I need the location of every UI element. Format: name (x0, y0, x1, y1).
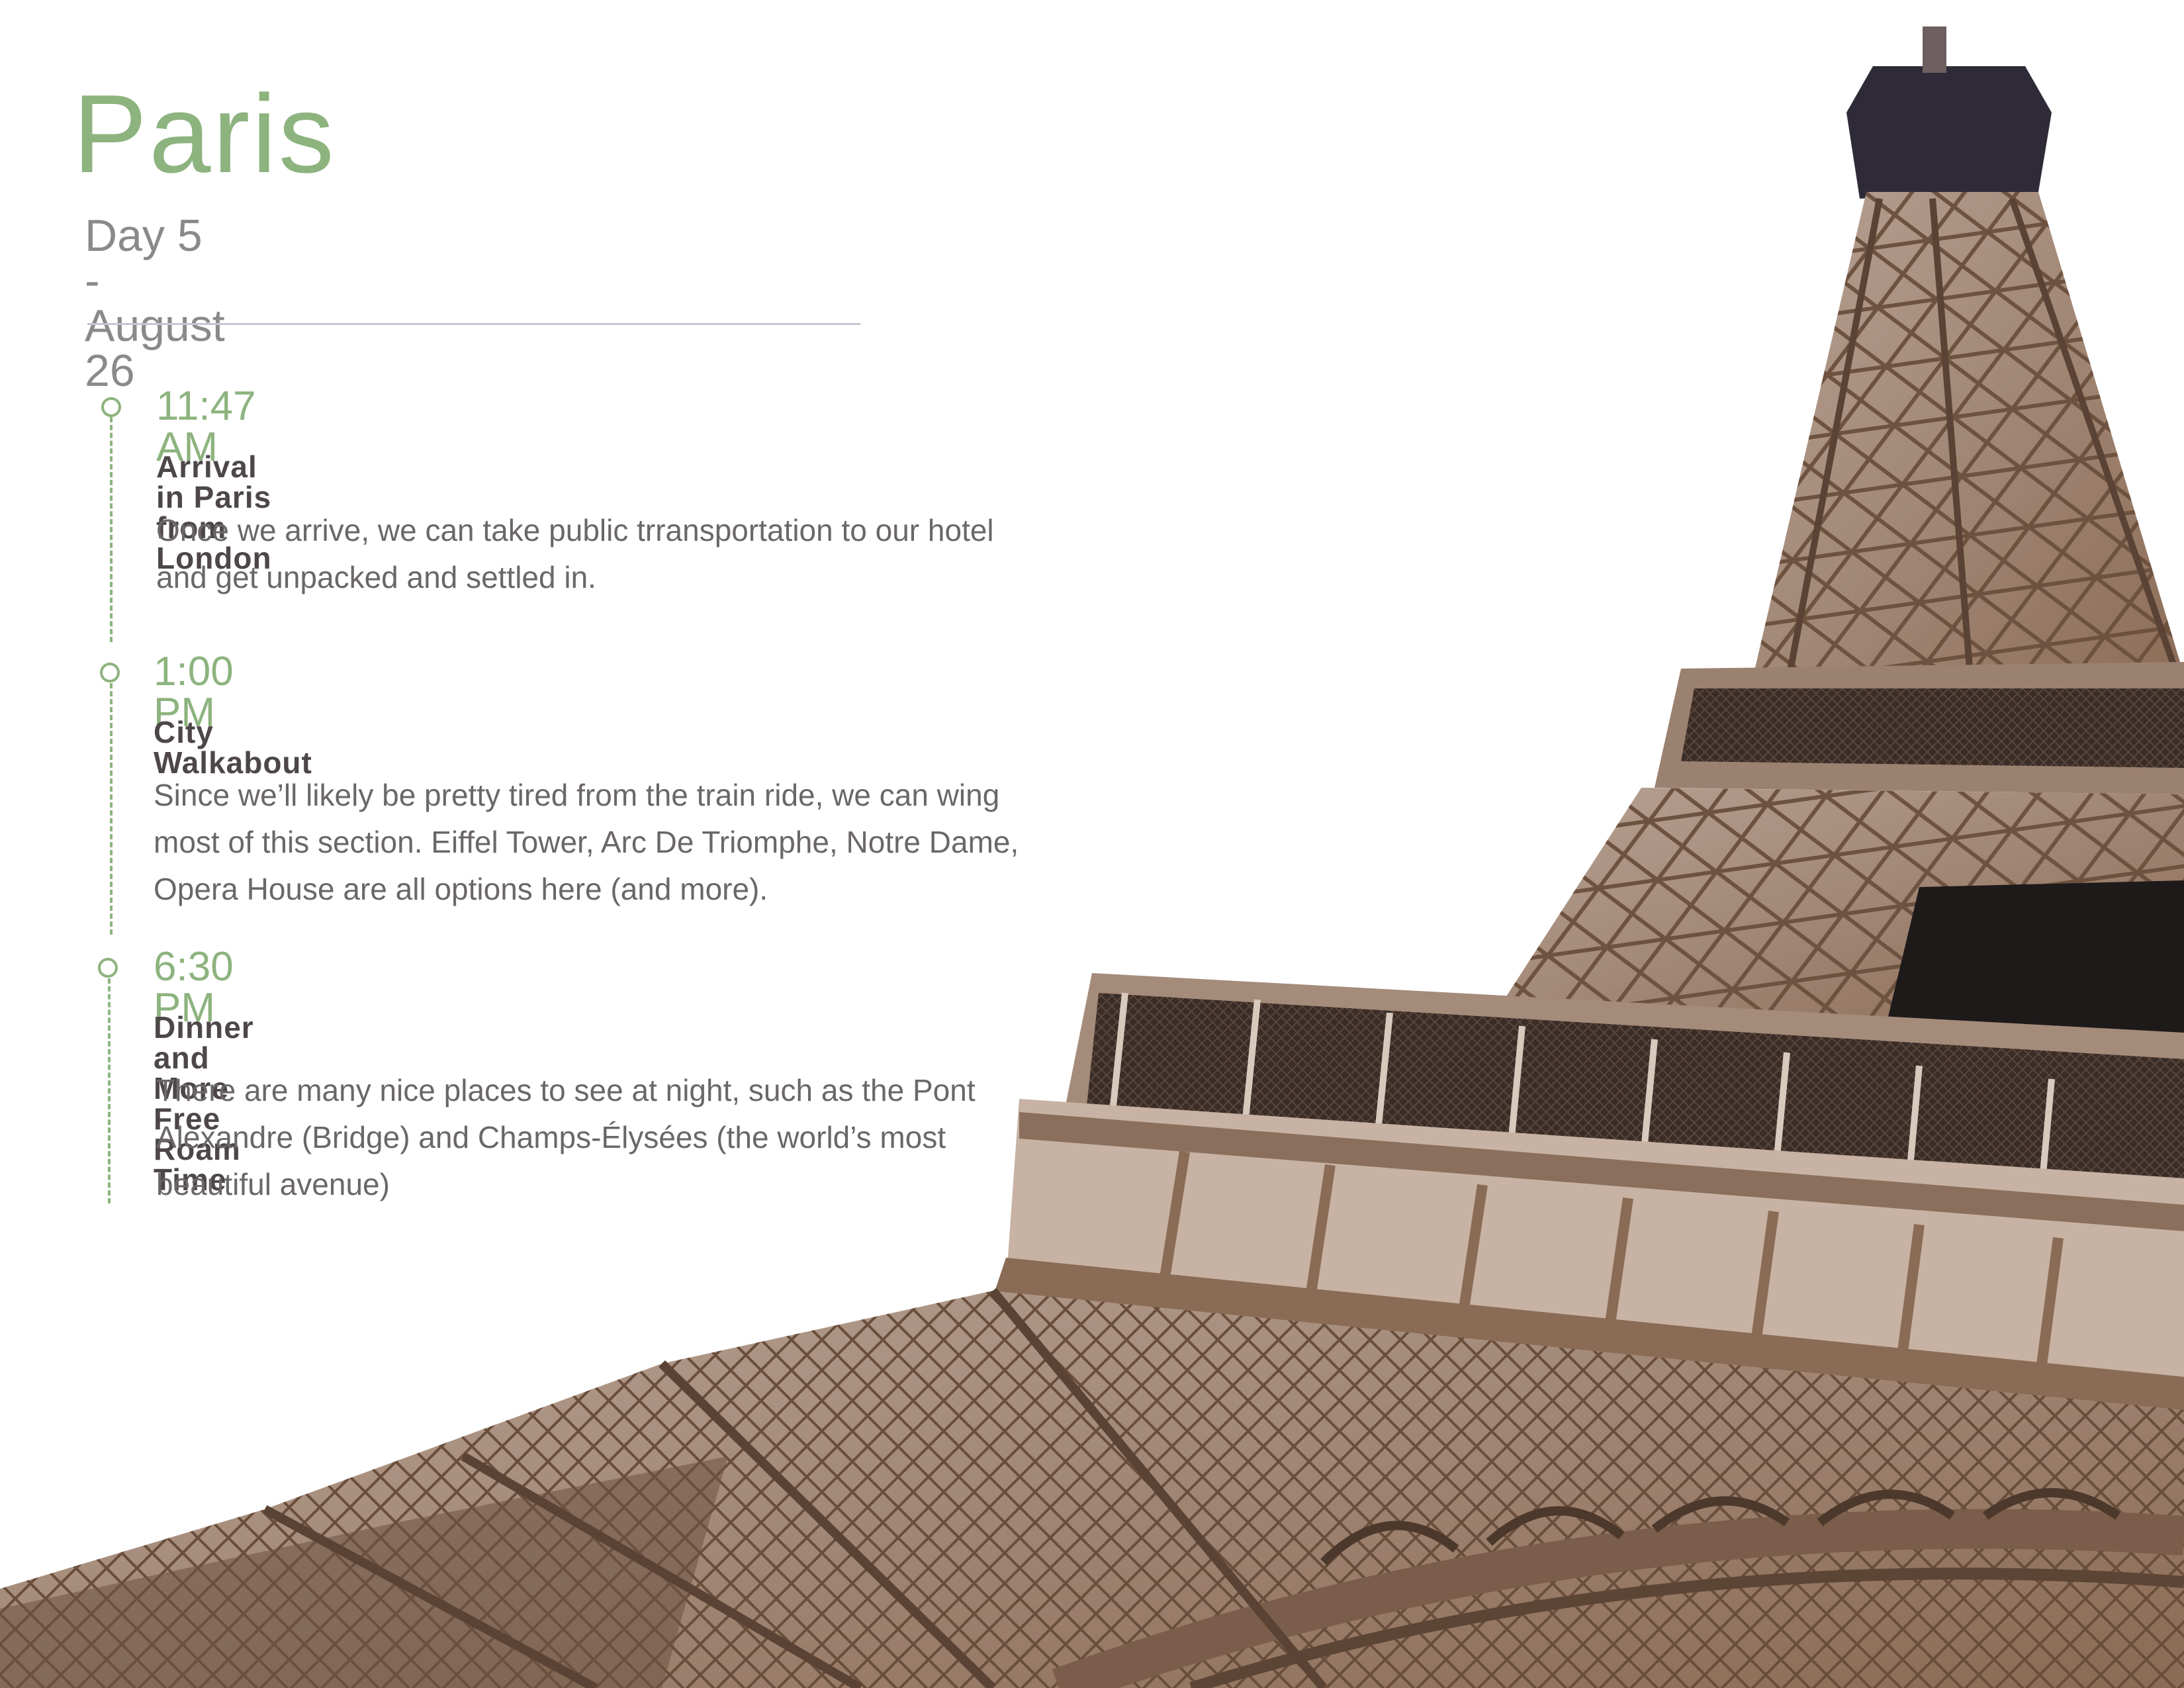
page-subtitle: Day 5 - August 26 (85, 211, 225, 396)
header-divider (87, 323, 860, 325)
timeline-connector (110, 683, 113, 935)
tower-second-platform (1496, 662, 2184, 1059)
timeline-connector (108, 978, 111, 1203)
event-description: There are many nice places to see at nig… (156, 1073, 976, 1201)
event-description: Once we arrive, we can take public trran… (156, 513, 994, 594)
event-title: City Walkabout (154, 715, 312, 780)
event-description: Since we’ll likely be pretty tired from … (154, 778, 1019, 906)
timeline-dot (100, 663, 120, 682)
timeline-connector (110, 417, 113, 642)
timeline-dot (101, 397, 121, 417)
timeline-dot (98, 958, 118, 978)
page-title: Paris (73, 71, 336, 196)
tower-spire (1747, 26, 2184, 735)
